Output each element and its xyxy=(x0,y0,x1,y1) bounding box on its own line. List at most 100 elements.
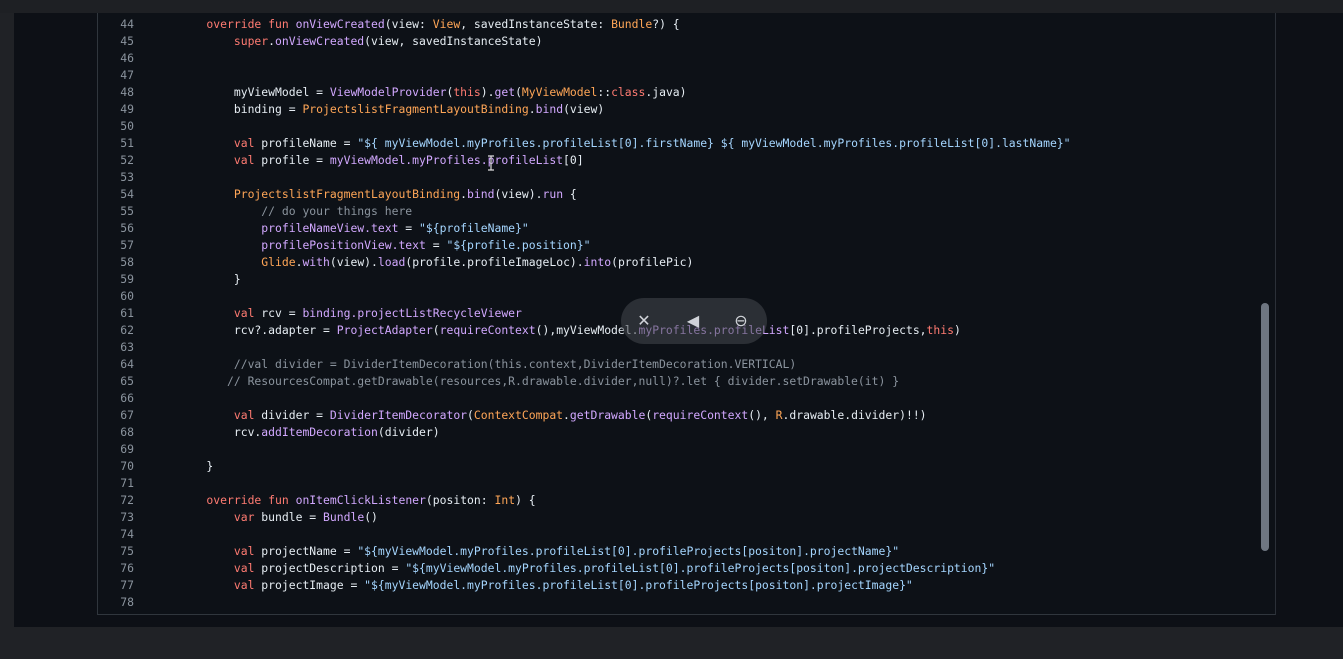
code-text: binding = ProjectslistFragmentLayoutBind… xyxy=(179,101,604,118)
line-number: 69 xyxy=(120,442,134,456)
line-number: 66 xyxy=(120,391,134,405)
code-token: ProjectslistFragmentLayoutBinding xyxy=(302,102,529,116)
line-number: 60 xyxy=(120,289,134,303)
code-line[interactable]: 67 val divider = DividerItemDecorator(Co… xyxy=(98,407,1258,424)
code-line[interactable]: 57 profilePositionView.text = "${profile… xyxy=(98,237,1258,254)
line-number: 63 xyxy=(120,340,134,354)
code-line[interactable]: 55 // do your things here xyxy=(98,203,1258,220)
code-line[interactable]: 70 } xyxy=(98,458,1258,475)
code-line[interactable]: 44 override fun onViewCreated(view: View… xyxy=(98,16,1258,33)
code-token: projectName = xyxy=(261,544,358,558)
minus-circle-icon[interactable]: ⊖ xyxy=(730,310,752,332)
line-number: 57 xyxy=(120,238,134,252)
code-token: [0] xyxy=(563,153,584,167)
code-text: val projectDescription = "${myViewModel.… xyxy=(179,560,995,577)
code-token: val xyxy=(179,544,262,558)
code-token: // do your things here xyxy=(179,204,413,218)
line-number: 58 xyxy=(120,255,134,269)
code-line[interactable]: 78 xyxy=(98,594,1258,611)
code-token: R xyxy=(775,408,783,422)
code-token: this xyxy=(453,85,481,99)
line-number: 68 xyxy=(120,425,134,439)
code-line[interactable]: 72 override fun onItemClickListener(posi… xyxy=(98,492,1258,509)
code-token: { xyxy=(563,187,577,201)
code-token: addItemDecoration xyxy=(261,425,378,439)
code-token: [0].profileProjects, xyxy=(789,323,927,337)
code-line[interactable]: 69 xyxy=(98,441,1258,458)
code-token: override fun xyxy=(179,17,296,31)
code-token: profileName = xyxy=(261,136,358,150)
code-token: requireContext xyxy=(652,408,749,422)
code-token: divider = xyxy=(261,408,330,422)
code-text: val projectName = "${myViewModel.myProfi… xyxy=(179,543,899,560)
line-number: 55 xyxy=(120,204,134,218)
code-text: val profile = myViewModel.myProfiles.pro… xyxy=(179,152,584,169)
bottom-bar xyxy=(0,627,1343,659)
code-token: val xyxy=(179,408,262,422)
line-number: 62 xyxy=(120,323,134,337)
code-line[interactable]: 51 val profileName = "${ myViewModel.myP… xyxy=(98,135,1258,152)
code-token: Glide xyxy=(179,255,296,269)
code-line[interactable]: 77 val projectImage = "${myViewModel.myP… xyxy=(98,577,1258,594)
volume-icon[interactable]: ◀ xyxy=(682,310,704,332)
code-line[interactable]: 54 ProjectslistFragmentLayoutBinding.bin… xyxy=(98,186,1258,203)
code-token: Int xyxy=(494,493,516,507)
code-token: // ResourcesCompat.getDrawable(resources… xyxy=(179,374,900,388)
code-line[interactable]: 56 profileNameView.text = "${profileName… xyxy=(98,220,1258,237)
code-line[interactable]: 64 //val divider = DividerItemDecoration… xyxy=(98,356,1258,373)
code-line[interactable]: 53 xyxy=(98,169,1258,186)
scrollbar-thumb[interactable] xyxy=(1261,303,1269,551)
code-token: this xyxy=(926,323,954,337)
code-line[interactable]: 66 xyxy=(98,390,1258,407)
line-number: 44 xyxy=(120,17,134,31)
code-line[interactable]: 74 xyxy=(98,526,1258,543)
code-token: myViewModel.myProfiles.profileList xyxy=(329,153,564,167)
code-line[interactable]: 52 val profile = myViewModel.myProfiles.… xyxy=(98,152,1258,169)
line-number: 46 xyxy=(120,51,134,65)
code-token: requireContext xyxy=(439,323,536,337)
code-token: profileNameView.text xyxy=(179,221,399,235)
code-token: ViewModelProvider xyxy=(329,85,447,99)
code-token: = xyxy=(398,221,420,235)
code-line[interactable]: 68 rcv.addItemDecoration(divider) xyxy=(98,424,1258,441)
code-text: override fun onItemClickListener(positon… xyxy=(179,492,536,509)
code-token: , savedInstanceState: xyxy=(460,17,612,31)
line-number: 54 xyxy=(120,187,134,201)
code-token: rcv?.adapter = xyxy=(179,323,337,337)
code-line[interactable]: 58 Glide.with(view).load(profile.profile… xyxy=(98,254,1258,271)
code-line[interactable]: 47 xyxy=(98,67,1258,84)
code-line[interactable]: 65 // ResourcesCompat.getDrawable(resour… xyxy=(98,373,1258,390)
code-line[interactable]: 50 xyxy=(98,118,1258,135)
code-line[interactable]: 73 var bundle = Bundle() xyxy=(98,509,1258,526)
code-line[interactable]: 71 xyxy=(98,475,1258,492)
code-token: binding.projectListRecycleViewer xyxy=(302,306,522,320)
code-token: ). xyxy=(480,85,495,99)
code-line[interactable]: 49 binding = ProjectslistFragmentLayoutB… xyxy=(98,101,1258,118)
line-number: 67 xyxy=(120,408,134,422)
code-line[interactable]: 75 val projectName = "${myViewModel.myPr… xyxy=(98,543,1258,560)
code-token: ) { xyxy=(515,493,536,507)
code-text: rcv.addItemDecoration(divider) xyxy=(179,424,440,441)
code-token: (divider) xyxy=(377,425,440,439)
code-line[interactable]: 48 myViewModel = ViewModelProvider (this)… xyxy=(98,84,1258,101)
code-token: rcv. xyxy=(179,425,262,439)
code-text: } xyxy=(179,271,241,288)
code-token: "${myViewModel.myProfiles.profileList[0]… xyxy=(357,544,900,558)
code-line[interactable]: 46 xyxy=(98,50,1258,67)
code-token: into xyxy=(583,255,612,269)
code-line[interactable]: 59 } xyxy=(98,271,1258,288)
code-token: .java) xyxy=(645,85,687,99)
code-token: :: xyxy=(597,85,612,99)
line-number: 65 xyxy=(120,374,134,388)
vertical-scrollbar[interactable] xyxy=(1261,13,1269,614)
media-overlay-controls: ✕ ◀ ⊖ xyxy=(621,298,767,344)
code-text: override fun onViewCreated(view: View, s… xyxy=(179,16,679,33)
code-token: (view). xyxy=(329,255,378,269)
line-number: 45 xyxy=(120,34,134,48)
code-line[interactable]: 76 val projectDescription = "${myViewMod… xyxy=(98,560,1258,577)
pin-off-icon[interactable]: ✕ xyxy=(633,310,655,332)
code-token: profilePositionView.text xyxy=(179,238,426,252)
code-token: (view) xyxy=(563,102,605,116)
code-line[interactable]: 45 super.onViewCreated(view, savedInstan… xyxy=(98,33,1258,50)
code-token: myViewModel = xyxy=(179,85,330,99)
